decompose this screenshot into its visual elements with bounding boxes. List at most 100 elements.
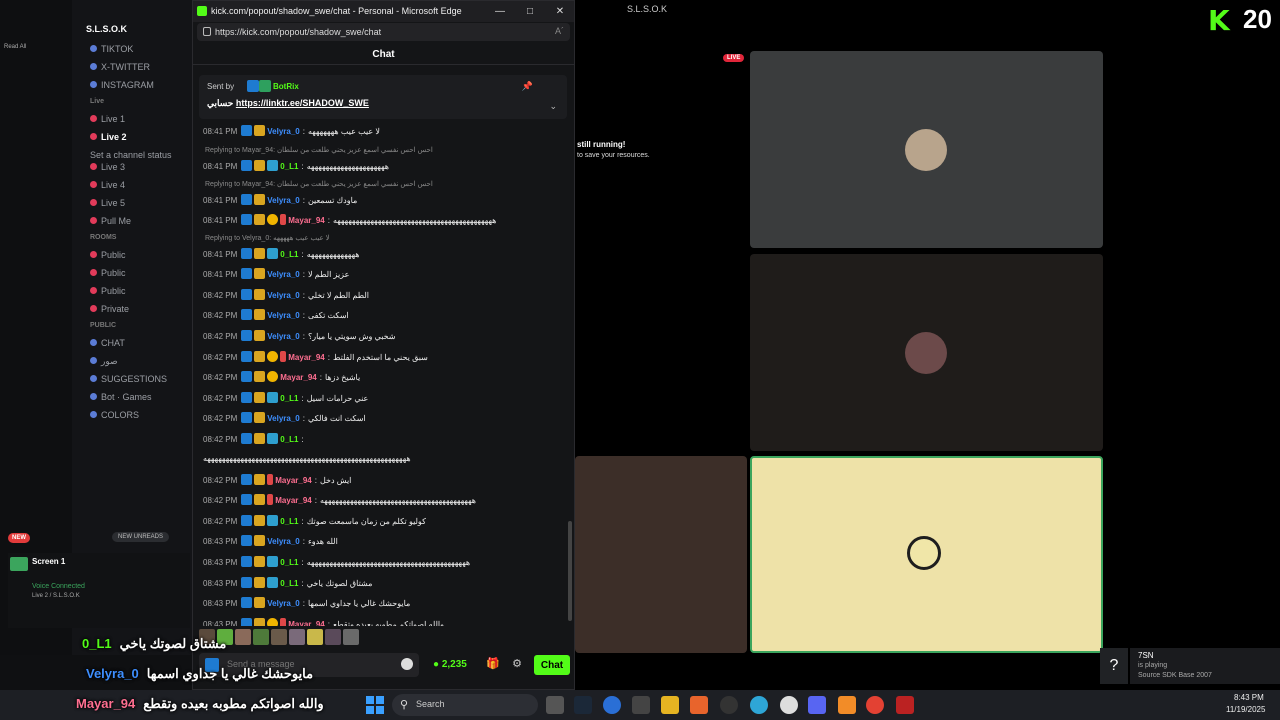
channel-text[interactable]: X-TWITTER [90,62,150,72]
help-button[interactable]: ? [1100,648,1128,684]
message-username[interactable]: 0_L1 [280,162,298,171]
video-tile-3[interactable] [575,456,747,653]
edge-titlebar[interactable]: kick.com/popout/shadow_swe/chat - Person… [193,1,574,22]
message-username[interactable]: Mayar_94 [288,216,324,225]
message-username[interactable]: Velyra_0 [267,332,299,341]
message-username[interactable]: Velyra_0 [267,127,299,136]
server-name[interactable]: S.L.S.O.K [86,24,127,34]
clock-time[interactable]: 8:43 PM [1234,693,1264,702]
chat-scrollbar[interactable] [568,521,572,621]
chevron-down-icon[interactable]: ⌄ [549,101,557,112]
app-icon[interactable] [896,696,914,714]
read-all-label[interactable]: Read All [4,44,26,50]
emote-icon[interactable] [253,629,269,645]
app-icon[interactable] [720,696,738,714]
channel-voice[interactable]: Live 1 [90,114,125,124]
emote-icon[interactable] [235,629,251,645]
app-icon[interactable] [838,696,856,714]
discord-icon[interactable] [808,696,826,714]
task-view-icon[interactable] [546,696,564,714]
channel-voice-active[interactable]: Live 2 [90,132,127,142]
send-chat-button[interactable]: Chat [534,655,570,675]
reply-context[interactable]: Replying to Velyra_0: لا عيب عيب هههههه [205,234,330,245]
message-username[interactable]: Velyra_0 [267,311,299,320]
emote-icon[interactable] [289,629,305,645]
video-tile-1[interactable] [750,51,1103,248]
address-bar[interactable]: https://kick.com/popout/shadow_swe/chat … [197,23,570,41]
channel-cat[interactable]: Live [90,98,104,105]
new-unreads-button[interactable]: NEW UNREADS [112,532,170,542]
app-icon[interactable] [603,696,621,714]
read-aloud-icon[interactable]: A´ [555,26,564,36]
message-username[interactable]: 0_L1 [280,579,298,588]
chrome-icon[interactable] [866,696,884,714]
page-info-icon[interactable] [203,27,211,36]
channel-voice[interactable]: Private [90,304,129,314]
app-icon[interactable] [690,696,708,714]
message-username[interactable]: 0_L1 [280,394,298,403]
message-username[interactable]: 0_L1 [280,250,298,259]
channel-text[interactable]: صور [90,356,118,367]
channel-text[interactable]: CHAT [90,338,125,348]
channel-voice[interactable]: Live 5 [90,198,125,208]
start-icon[interactable] [366,696,384,714]
channel-voice[interactable]: Live 4 [90,180,125,190]
channel-sub[interactable]: Set a channel status [90,150,172,160]
pinned-bot-name[interactable]: BotRix [273,82,299,91]
taskbar-search[interactable]: ⚲ Search [392,694,538,716]
app-icon[interactable] [780,696,798,714]
channel-text[interactable]: TIKTOK [90,44,133,54]
steam-icon[interactable] [574,696,592,714]
message-username[interactable]: 0_L1 [280,517,298,526]
channel-voice[interactable]: Public [90,268,126,278]
channel-text[interactable]: INSTAGRAM [90,80,154,90]
reply-context[interactable]: Replying to Mayar_94: احس احس نفسي اسمع … [205,146,433,157]
reply-context[interactable]: Replying to Mayar_94: احس احس نفسي اسمع … [205,180,433,191]
message-username[interactable]: Mayar_94 [275,496,311,505]
emote-icon[interactable] [307,629,323,645]
message-username[interactable]: Velyra_0 [267,270,299,279]
file-explorer-icon[interactable] [661,696,679,714]
emote-icon[interactable] [325,629,341,645]
channel-cat[interactable]: ROOMS [90,234,116,241]
address-url[interactable]: https://kick.com/popout/shadow_swe/chat [215,27,381,37]
edge-icon[interactable] [750,696,768,714]
emote-icon[interactable] [343,629,359,645]
channel-cat[interactable]: PUBLIC [90,322,116,329]
minimize-button[interactable]: — [487,3,513,20]
maximize-button[interactable]: □ [517,3,543,20]
emoji-picker-icon[interactable] [401,658,413,670]
channel-text[interactable]: SUGGESTIONS [90,374,167,384]
video-tile-4[interactable] [750,456,1103,653]
message-username[interactable]: Mayar_94 [280,373,316,382]
close-button[interactable]: ✕ [547,3,573,20]
channel-voice[interactable]: Public [90,286,126,296]
channel-text[interactable]: Bot · Games [90,392,152,402]
message-username[interactable]: 0_L1 [280,558,298,567]
message-username[interactable]: Velyra_0 [267,291,299,300]
app-icon[interactable] [632,696,650,714]
message-username[interactable]: Velyra_0 [267,537,299,546]
message-username[interactable]: Mayar_94 [275,476,311,485]
pinned-link[interactable]: https://linktr.ee/SHADOW_SWE [236,98,369,108]
gear-icon[interactable]: ⚙ [509,657,525,673]
video-tile-2[interactable] [750,254,1103,451]
gift-icon[interactable]: 🎁 [485,657,501,673]
channel-voice[interactable]: Live 3 [90,162,125,172]
emote-icon[interactable] [271,629,287,645]
message-username[interactable]: Velyra_0 [267,599,299,608]
message-username[interactable]: Velyra_0 [267,196,299,205]
message-username[interactable]: Mayar_94 [288,353,324,362]
message-username[interactable]: Velyra_0 [267,414,299,423]
now-playing-card[interactable]: 7SN is playing Source SDK Base 2007 [1130,648,1280,684]
voice-channel-label[interactable]: Live 2 / S.L.S.O.K [32,593,80,599]
clock-date[interactable]: 11/19/2025 [1226,705,1265,714]
pin-icon[interactable]: 📌 [522,81,533,92]
message-username[interactable]: Mayar_94 [288,620,324,626]
channel-points[interactable]: ● 2,235 [433,659,467,670]
channel-text[interactable]: COLORS [90,410,139,420]
message-username[interactable]: 0_L1 [280,435,298,444]
gift-badge-icon [267,494,274,506]
channel-voice[interactable]: Public [90,250,126,260]
channel-voice[interactable]: Pull Me [90,216,131,226]
